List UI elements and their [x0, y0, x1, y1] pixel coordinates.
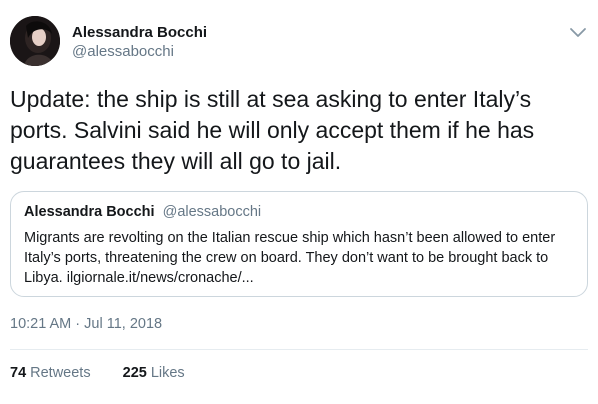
chevron-down-icon[interactable] [568, 26, 588, 40]
quoted-author-name: Alessandra Bocchi [24, 204, 155, 220]
engagement-stats: 74 Retweets 225 Likes [10, 365, 213, 381]
retweets-count: 74 [10, 365, 27, 381]
likes-label: Likes [150, 365, 185, 381]
avatar[interactable] [10, 16, 60, 66]
likes-count: 225 [122, 365, 147, 381]
quoted-author-handle: @alessabocchi [162, 204, 262, 220]
divider [10, 349, 588, 350]
quoted-tweet-header: Alessandra Bocchi @alessabocchi [24, 204, 261, 220]
tweet-text: Update: the ship is still at sea asking … [10, 86, 535, 174]
quoted-tweet-text: Migrants are revolting on the Italian re… [24, 230, 556, 286]
retweets-stat[interactable]: 74 Retweets [10, 365, 91, 381]
author-name[interactable]: Alessandra Bocchi [72, 24, 207, 41]
author-handle[interactable]: @alessabocchi [72, 43, 174, 60]
tweet-timestamp[interactable]: 10:21 AM · Jul 11, 2018 [10, 316, 162, 332]
likes-stat[interactable]: 225 Likes [123, 365, 185, 381]
tweet-card: Alessandra Bocchi @alessabocchi Update: … [0, 0, 598, 404]
retweets-label: Retweets [30, 365, 91, 381]
quoted-tweet[interactable]: Alessandra Bocchi @alessabocchi Migrants… [10, 191, 588, 297]
